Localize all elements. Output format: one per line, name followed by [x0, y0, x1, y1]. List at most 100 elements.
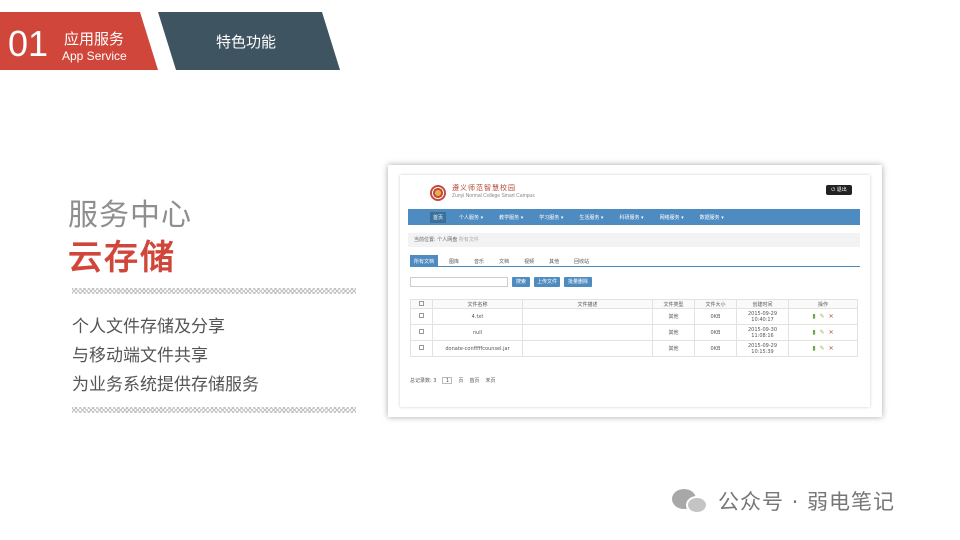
table-row[interactable]: 4.txt 其他 0KB 2015-09-29 10:40:17 ▮ ✎ ✕	[410, 308, 858, 325]
delete-icon[interactable]: ✕	[829, 329, 834, 336]
file-date-time: 11:08:16	[751, 332, 774, 339]
row-checkbox[interactable]	[419, 313, 424, 318]
feature-item: 个人文件存储及分享	[72, 317, 225, 337]
file-desc	[522, 324, 653, 341]
tab-all-files[interactable]: 所有文档	[410, 255, 439, 266]
page-unit: 页	[458, 378, 464, 384]
file-tabs: 所有文档 图库 音乐 文档 视频 其他 回收站	[410, 255, 860, 267]
file-name[interactable]: 4.txt	[432, 308, 523, 325]
file-date: 2015-09-30 11:08:16	[736, 324, 789, 341]
table-row[interactable]: donate-confffffcounsel.jar 其他 0KB 2015-0…	[410, 340, 858, 357]
wechat-icon	[672, 487, 710, 515]
tab-recycle-bin[interactable]: 回收站	[570, 255, 593, 266]
edit-icon[interactable]: ✎	[820, 329, 825, 336]
row-actions: ▮ ✎ ✕	[788, 308, 858, 325]
nav-item-research[interactable]: 科研服务 ▾	[616, 212, 646, 223]
tab-images[interactable]: 图库	[445, 255, 463, 266]
divider-bottom	[72, 407, 356, 413]
file-size: 0KB	[694, 308, 737, 325]
delete-icon[interactable]: ✕	[829, 345, 834, 352]
row-select-cell	[410, 308, 433, 325]
row-actions: ▮ ✎ ✕	[788, 340, 858, 357]
file-date-time: 10:15:39	[751, 348, 774, 355]
first-page-link[interactable]: 首页	[469, 377, 479, 384]
section-number-badge: 01 应用服务 App Service	[0, 12, 158, 70]
row-select-cell	[410, 324, 433, 341]
delete-icon[interactable]: ✕	[829, 313, 834, 320]
upload-button[interactable]: 上传文件	[534, 277, 560, 287]
section-title-en: App Service	[62, 49, 127, 63]
page-input[interactable]: 1	[442, 377, 453, 384]
batch-delete-button[interactable]: 批量删除	[564, 277, 592, 287]
last-page-link[interactable]: 末页	[486, 377, 496, 384]
search-input[interactable]	[410, 277, 508, 287]
main-nav: 首页 个人服务 ▾ 教学服务 ▾ 学习服务 ▾ 生活服务 ▾ 科研服务 ▾ 网络…	[408, 209, 860, 225]
tab-documents[interactable]: 文档	[495, 255, 513, 266]
exit-button[interactable]: ⏻ 退出	[826, 185, 852, 195]
nav-item-teaching[interactable]: 教学服务 ▾	[496, 212, 526, 223]
nav-item-home[interactable]: 首页	[430, 211, 447, 223]
breadcrumb: 当前位置: 个人网盘 所有文件	[408, 233, 860, 247]
search-button[interactable]: 搜索	[512, 277, 530, 287]
nav-item-study[interactable]: 学习服务 ▾	[536, 212, 566, 223]
file-name[interactable]: null	[432, 324, 523, 341]
column-header[interactable]: 创建时间	[736, 299, 789, 309]
file-type: 其他	[652, 324, 695, 341]
slide: 01 应用服务 App Service 特色功能 服务中心 云存储 个人文件存储…	[0, 0, 960, 540]
feature-item: 为业务系统提供存储服务	[72, 375, 259, 395]
lock-icon[interactable]: ▮	[812, 329, 815, 336]
feature-tab[interactable]: 特色功能	[158, 12, 340, 70]
section-title-cn: 应用服务	[64, 30, 125, 48]
row-select-cell	[410, 340, 433, 357]
watermark-text: 公众号 · 弱电笔记	[718, 490, 896, 514]
column-header[interactable]: 文件大小	[694, 299, 737, 309]
lock-icon[interactable]: ▮	[812, 345, 815, 352]
feature-item: 与移动端文件共享	[72, 346, 208, 366]
watermark: 公众号 · 弱电笔记	[672, 486, 895, 516]
tab-other[interactable]: 其他	[545, 255, 563, 266]
edit-icon[interactable]: ✎	[820, 345, 825, 352]
lock-icon[interactable]: ▮	[812, 313, 815, 320]
select-all-cell	[410, 299, 433, 309]
file-date-time: 10:40:17	[751, 316, 774, 323]
nav-item-network[interactable]: 网络服务 ▾	[657, 212, 687, 223]
file-desc	[522, 340, 653, 357]
edit-icon[interactable]: ✎	[820, 313, 825, 320]
logo-text-en: Zunyi Normal College Smart Campus	[452, 193, 535, 199]
breadcrumb-item[interactable]: 所有文件	[459, 237, 479, 243]
service-center-subtitle: 服务中心	[68, 198, 192, 233]
tab-music[interactable]: 音乐	[470, 255, 488, 266]
file-name[interactable]: donate-confffffcounsel.jar	[432, 340, 523, 357]
column-header[interactable]: 文件描述	[522, 299, 653, 309]
file-table: 文件名称 文件描述 文件类型 文件大小 创建时间 操作 4.txt 其他 0KB…	[410, 299, 858, 357]
pagination: 总记录数: 3 1 页 首页 末页	[410, 377, 496, 384]
file-date: 2015-09-29 10:15:39	[736, 340, 789, 357]
table-header-row: 文件名称 文件描述 文件类型 文件大小 创建时间 操作	[410, 299, 858, 309]
file-type: 其他	[652, 308, 695, 325]
screenshot-frame: 遵义师范智慧校园 Zunyi Normal College Smart Camp…	[388, 165, 882, 417]
cloud-storage-screenshot: 遵义师范智慧校园 Zunyi Normal College Smart Camp…	[400, 175, 870, 407]
row-checkbox[interactable]	[419, 345, 424, 350]
nav-item-life[interactable]: 生活服务 ▾	[576, 212, 606, 223]
feature-tab-label: 特色功能	[216, 33, 277, 51]
section-number: 01	[8, 23, 49, 64]
table-row[interactable]: null 其他 0KB 2015-09-30 11:08:16 ▮ ✎ ✕	[410, 324, 858, 341]
row-checkbox[interactable]	[419, 329, 424, 334]
column-header[interactable]: 文件名称	[432, 299, 523, 309]
row-actions: ▮ ✎ ✕	[788, 324, 858, 341]
cloud-storage-title: 云存储	[68, 238, 176, 278]
tab-videos[interactable]: 视频	[520, 255, 538, 266]
file-type: 其他	[652, 340, 695, 357]
nav-item-data[interactable]: 数据服务 ▾	[697, 212, 727, 223]
breadcrumb-label: 当前位置:	[414, 237, 436, 243]
file-desc	[522, 308, 653, 325]
college-logo-icon	[430, 185, 446, 201]
column-header: 操作	[788, 299, 858, 309]
select-all-checkbox[interactable]	[419, 300, 424, 306]
column-header[interactable]: 文件类型	[652, 299, 695, 309]
breadcrumb-item[interactable]: 个人网盘	[437, 237, 457, 243]
nav-item-personal[interactable]: 个人服务 ▾	[456, 212, 486, 223]
total-records: 总记录数: 3	[410, 378, 437, 384]
logo-text-cn: 遵义师范智慧校园	[452, 184, 516, 192]
file-size: 0KB	[694, 340, 737, 357]
